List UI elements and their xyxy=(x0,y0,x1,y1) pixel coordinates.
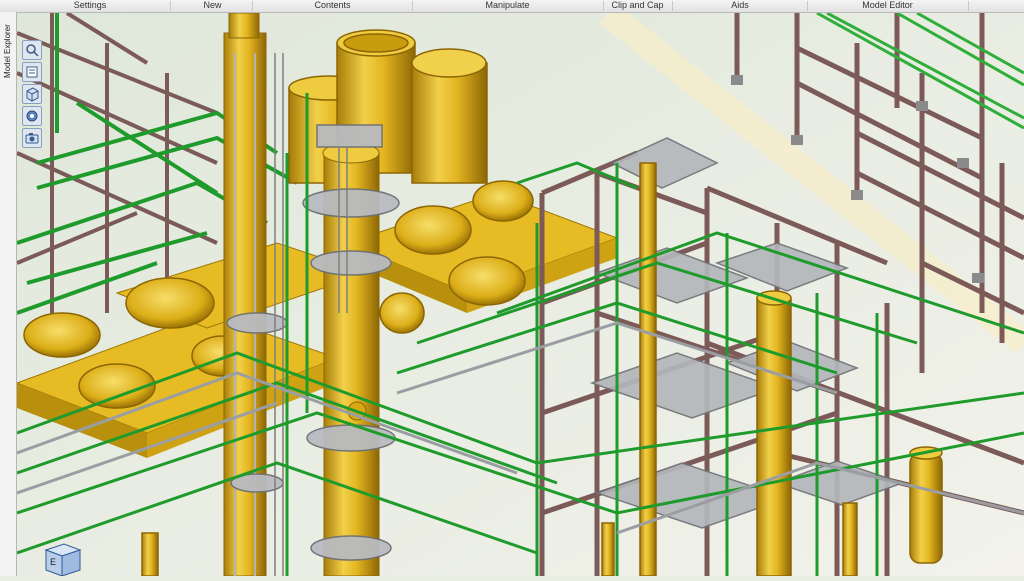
ribbon-group-settings[interactable]: Settings xyxy=(20,0,160,12)
model-explorer-panel: Model Explorer xyxy=(0,12,17,576)
ribbon-separator xyxy=(672,1,673,11)
navigation-cube[interactable]: E xyxy=(40,540,86,577)
zoom-icon[interactable] xyxy=(22,40,42,60)
camera-icon-glyph xyxy=(25,133,39,144)
ribbon-group-clip-and-cap[interactable]: Clip and Cap xyxy=(605,0,670,12)
ribbon-separator xyxy=(252,1,253,11)
ribbon-group-contents[interactable]: Contents xyxy=(255,0,410,12)
ribbon-separator xyxy=(412,1,413,11)
measure-icon-glyph xyxy=(26,110,38,122)
ribbon-group-manipulate[interactable]: Manipulate xyxy=(415,0,600,12)
ribbon-separator xyxy=(170,1,171,11)
zoom-icon-glyph xyxy=(26,44,39,57)
navigation-cube-icon: E xyxy=(44,543,82,577)
ribbon-group-aids[interactable]: Aids xyxy=(675,0,805,12)
box-icon-glyph xyxy=(26,87,39,102)
measure-icon[interactable] xyxy=(22,106,42,126)
ribbon-separator xyxy=(807,1,808,11)
box-icon[interactable] xyxy=(22,84,42,104)
model-explorer-tab[interactable]: Model Explorer xyxy=(2,16,14,86)
ribbon-bar: Settings New Contents Manipulate Clip an… xyxy=(0,0,1024,13)
3d-model-viewport[interactable] xyxy=(17,13,1024,576)
select-icon[interactable] xyxy=(22,62,42,82)
nav-cube-face-label: E xyxy=(50,557,56,567)
view-toolstrip xyxy=(20,40,42,150)
camera-icon[interactable] xyxy=(22,128,42,148)
ribbon-group-model-editor[interactable]: Model Editor xyxy=(810,0,965,12)
select-icon-glyph xyxy=(26,66,38,78)
ribbon-separator xyxy=(603,1,604,11)
ribbon-separator xyxy=(968,1,969,11)
ribbon-group-new[interactable]: New xyxy=(175,0,250,12)
